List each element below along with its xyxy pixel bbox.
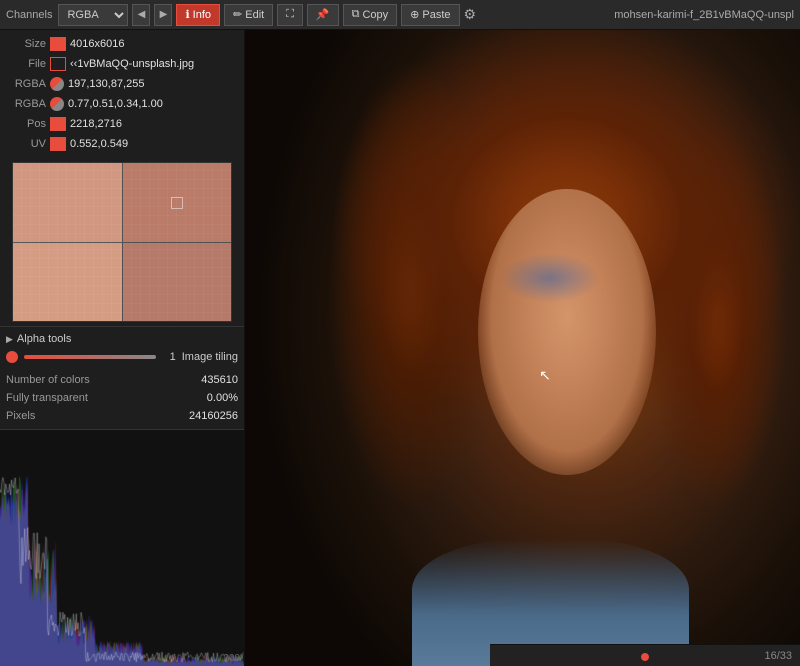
eye-shadow — [500, 253, 600, 304]
pin-btn[interactable]: 📌 — [307, 4, 339, 26]
rgba1-row: RGBA 197,130,87,255 — [0, 74, 244, 94]
pixels-label: Pixels — [6, 410, 35, 422]
portrait-image: ↖ — [245, 30, 800, 666]
pin-icon: 📌 — [316, 8, 330, 21]
gear-icon[interactable]: ⚙ — [464, 6, 477, 23]
alpha-tools-header[interactable]: ▶ Alpha tools — [6, 331, 238, 347]
alpha-slider-row: 1 Image tiling — [6, 347, 238, 365]
histogram-canvas — [0, 430, 244, 666]
alpha-arrow-icon: ▶ — [6, 334, 13, 345]
num-colors-label: Number of colors — [6, 374, 90, 386]
stats-section: Number of colors 435610 Fully transparen… — [0, 369, 244, 429]
rgba1-label: RGBA — [4, 78, 46, 90]
pixels-value: 24160256 — [189, 410, 238, 422]
file-row: File ‹‹1vBMaQQ-unsplash.jpg — [0, 54, 244, 74]
size-label: Size — [4, 38, 46, 50]
file-value: ‹‹1vBMaQQ-unsplash.jpg — [70, 58, 194, 70]
rgba2-icon — [50, 97, 64, 111]
fullscreen-btn[interactable]: ⛶ — [277, 4, 303, 26]
preview-br — [122, 242, 231, 321]
uv-icon — [50, 137, 66, 151]
file-label: File — [4, 58, 46, 70]
info-table: Size 4016x6016 File ‹‹1vBMaQQ-unsplash.j… — [0, 30, 244, 158]
page-indicator: 16/33 — [764, 650, 792, 662]
prev-channel-btn[interactable]: ◀ — [132, 4, 150, 26]
alpha-dot — [6, 351, 18, 363]
main-area: Size 4016x6016 File ‹‹1vBMaQQ-unsplash.j… — [0, 30, 800, 666]
preview-tr — [122, 163, 231, 242]
copy-icon: ⧉ — [352, 8, 360, 21]
uv-row: UV 0.552,0.549 — [0, 134, 244, 154]
preview-bl — [13, 242, 122, 321]
info-btn[interactable]: ℹ Info — [176, 4, 220, 26]
next-channel-btn[interactable]: ▶ — [154, 4, 172, 26]
rgba2-label: RGBA — [4, 98, 46, 110]
channel-select[interactable]: RGBA — [58, 4, 128, 26]
pos-row: Pos 2218,2716 — [0, 114, 244, 134]
paste-btn[interactable]: ⊕ Paste — [401, 4, 459, 26]
edit-icon: ✏ — [233, 8, 242, 21]
paste-icon: ⊕ — [410, 8, 419, 21]
pixels-row: Pixels 24160256 — [6, 407, 238, 425]
fully-transparent-row: Fully transparent 0.00% — [6, 389, 238, 407]
fullscreen-icon: ⛶ — [286, 8, 294, 21]
freckles — [489, 297, 600, 392]
left-panel: Size 4016x6016 File ‹‹1vBMaQQ-unsplash.j… — [0, 30, 245, 666]
bottom-bar: 16/33 — [490, 644, 800, 666]
rgba1-icon — [50, 77, 64, 91]
fully-transparent-value: 0.00% — [207, 392, 238, 404]
size-icon — [50, 37, 66, 51]
preview-tl — [13, 163, 122, 242]
info-icon: ℹ — [185, 8, 189, 21]
histogram-200-label: 200 — [223, 653, 240, 664]
rgba1-value: 197,130,87,255 — [68, 78, 144, 90]
alpha-tools-section: ▶ Alpha tools 1 Image tiling — [0, 326, 244, 369]
alpha-slider[interactable] — [24, 355, 156, 359]
num-colors-value: 435610 — [201, 374, 238, 386]
channels-label: Channels — [6, 9, 52, 21]
uv-value: 0.552,0.549 — [70, 138, 128, 150]
filename: mohsen-karimi-f_2B1vBMaQQ-unspl — [614, 9, 794, 21]
copy-btn[interactable]: ⧉ Copy — [343, 4, 398, 26]
toolbar: Channels RGBA ◀ ▶ ℹ Info ✏ Edit ⛶ 📌 ⧉ Co… — [0, 0, 800, 30]
rgba2-value: 0.77,0.51,0.34,1.00 — [68, 98, 163, 110]
progress-dot[interactable] — [641, 653, 649, 661]
num-colors-row: Number of colors 435610 — [6, 371, 238, 389]
pos-value: 2218,2716 — [70, 118, 122, 130]
image-area[interactable]: ↖ 16/33 — [245, 30, 800, 666]
file-icon — [50, 57, 66, 71]
histogram: 200 — [0, 429, 244, 666]
size-value: 4016x6016 — [70, 38, 124, 50]
edit-btn[interactable]: ✏ Edit — [224, 4, 273, 26]
pos-icon — [50, 117, 66, 131]
rgba2-row: RGBA 0.77,0.51,0.34,1.00 — [0, 94, 244, 114]
pos-label: Pos — [4, 118, 46, 130]
uv-label: UV — [4, 138, 46, 150]
size-row: Size 4016x6016 — [0, 34, 244, 54]
pixel-preview — [12, 162, 232, 322]
image-tiling-label: Image tiling — [182, 351, 238, 363]
alpha-tools-label: Alpha tools — [17, 333, 71, 345]
alpha-value: 1 — [162, 351, 176, 363]
fully-transparent-label: Fully transparent — [6, 392, 88, 404]
